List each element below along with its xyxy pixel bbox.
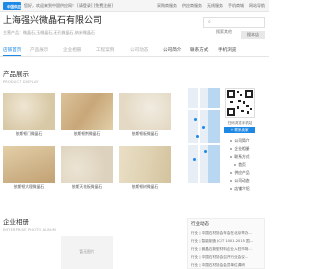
top-link[interactable]: 手机商城 — [228, 3, 244, 9]
side-menu-item[interactable]: 供应产品 — [220, 170, 260, 175]
side-menu-item[interactable]: 公司动态 — [220, 178, 260, 183]
search-button[interactable]: 搜本店 — [241, 31, 265, 39]
bullet-icon — [230, 179, 233, 182]
welcome-notice: 您好，欢迎来到中国供应网！ [请登录] [免费注册] — [24, 3, 113, 8]
product-card[interactable]: 依斯顿树微晶石 — [119, 146, 171, 189]
nav-mobile[interactable]: 手机浏览 — [218, 47, 236, 54]
product-card[interactable]: 依斯顿板微晶石 — [119, 93, 171, 136]
news-item[interactable]: 行业 | 智能制造 JC/T 1001-2015 国... — [191, 239, 263, 243]
product-card[interactable]: 依斯顿大理微晶石 — [3, 146, 55, 189]
products-subtitle: PRODUCT DISPLAY — [3, 80, 39, 84]
product-name[interactable]: 依斯顿大理微晶石 — [3, 184, 55, 189]
nav-news[interactable]: 公司动态 — [130, 47, 148, 54]
product-name[interactable]: 依斯顿荆微晶石 — [61, 131, 113, 136]
nav-cases[interactable]: 工程案例 — [96, 47, 114, 54]
qr-code-icon — [227, 90, 253, 116]
bullet-icon — [230, 139, 233, 142]
top-link[interactable]: 网站导航 — [249, 3, 265, 9]
product-name[interactable]: 依斯顿树微晶石 — [119, 184, 171, 189]
shop-nav: 店铺首页 产品展示 企业相册 工程案例 公司动态 公司简介 联系方式 手机浏览 — [0, 44, 269, 57]
site-logo[interactable]: 中国供应 — [3, 2, 21, 10]
news-item[interactable]: 行业 | 中国石材协会会员单位调研 — [191, 263, 263, 267]
map[interactable] — [188, 88, 220, 183]
qr-code — [225, 88, 255, 118]
news-panel: 行业动态 行业 | 中国石材协会年会在北京举办... 行业 | 智能制造 JC/… — [187, 218, 265, 269]
album-empty-text: 暂无图片 — [79, 249, 95, 254]
map-road — [188, 108, 220, 110]
side-menu: 公司简介 企业相册 联系方式 首页 供应产品 公司动态 店铺介绍 — [220, 138, 260, 191]
top-bar: 中国供应 您好，欢迎来到中国供应网！ [请登录] [免费注册] 采购商服务 供应… — [0, 0, 269, 12]
bullet-icon — [230, 171, 233, 174]
side-menu-label[interactable]: 联系方式 — [234, 154, 249, 159]
side-menu-label[interactable]: 店铺介绍 — [234, 186, 249, 191]
side-menu-item[interactable]: 公司简介 — [220, 138, 260, 143]
side-menu-item[interactable]: 首页 — [220, 162, 260, 167]
product-name[interactable]: 依斯顿门微晶石 — [3, 131, 55, 136]
bullet-icon — [230, 187, 233, 190]
product-name[interactable]: 依斯天花板微晶石 — [61, 184, 113, 189]
news-item[interactable]: 行业 | 微晶石新型材料企业入驻市场... — [191, 247, 263, 251]
map-pin[interactable] — [194, 118, 197, 121]
qr-caption: 扫码浏览手机站 — [227, 121, 253, 125]
side-menu-item[interactable]: 联系方式 — [220, 154, 260, 159]
side-menu-label[interactable]: 首页 — [238, 162, 246, 167]
company-desc: 主营产品：微晶石,玉微晶石,无孔微晶石,纳米微晶石 — [3, 30, 95, 35]
top-link[interactable]: 供应商服务 — [182, 3, 202, 9]
side-menu-label[interactable]: 供应产品 — [234, 170, 249, 175]
map-pin[interactable] — [204, 150, 207, 153]
nav-about[interactable]: 公司简介 — [163, 47, 181, 54]
bullet-icon — [230, 155, 233, 158]
album-title: 企业相册 — [3, 218, 29, 226]
news-item[interactable]: 行业 | 中国石材协会年会在北京举办... — [191, 231, 263, 235]
bullet-icon — [234, 163, 237, 166]
products-title: 产品展示 — [3, 70, 29, 78]
top-link[interactable]: 采购商服务 — [157, 3, 177, 9]
side-menu-label[interactable]: 公司简介 — [234, 138, 249, 143]
side-menu-item[interactable]: 企业相册 — [220, 146, 260, 151]
side-menu-item[interactable]: 店铺介绍 — [220, 186, 260, 191]
product-name[interactable]: 依斯顿板微晶石 — [119, 131, 171, 136]
company-name: 上海强兴微晶石有限公司 — [3, 16, 103, 26]
top-link[interactable]: 无线服务 — [207, 3, 223, 9]
nav-contact[interactable]: 联系方式 — [190, 47, 208, 54]
product-image[interactable] — [119, 93, 171, 130]
product-image[interactable] — [119, 146, 171, 183]
nav-home[interactable]: 店铺首页 — [3, 47, 22, 56]
search-box: ⌕ — [203, 17, 265, 36]
product-card[interactable]: 依斯顿荆微晶石 — [61, 93, 113, 136]
map-road — [188, 143, 220, 145]
product-image[interactable] — [61, 146, 113, 183]
album-subtitle: ENTERPRISE PHOTO ALBUM — [3, 228, 56, 232]
bullet-icon — [230, 147, 233, 150]
product-image[interactable] — [3, 146, 55, 183]
search-icon: ⌕ — [208, 19, 211, 25]
map-pin[interactable] — [193, 158, 196, 161]
side-menu-label[interactable]: 公司动态 — [234, 178, 249, 183]
product-card[interactable]: 依斯顿门微晶石 — [3, 93, 55, 136]
news-item[interactable]: 行业 | 中国石材协会召开行业会议... — [191, 255, 263, 259]
map-water — [208, 88, 220, 183]
top-links: 采购商服务 供应商服务 无线服务 手机商城 网站导航 — [157, 3, 265, 9]
nav-products[interactable]: 产品展示 — [30, 47, 48, 54]
logo-text: 中国供应 — [7, 5, 21, 9]
product-card[interactable]: 依斯天花板微晶石 — [61, 146, 113, 189]
side-menu-label[interactable]: 企业相册 — [234, 146, 249, 151]
product-image[interactable] — [3, 93, 55, 130]
map-pin[interactable] — [196, 135, 199, 138]
news-title: 行业动态 — [191, 222, 209, 227]
nav-album[interactable]: 企业相册 — [63, 47, 81, 54]
contact-seller-button[interactable]: + 联系卖家 — [224, 127, 255, 133]
map-pin[interactable] — [202, 126, 205, 129]
product-image[interactable] — [61, 93, 113, 130]
